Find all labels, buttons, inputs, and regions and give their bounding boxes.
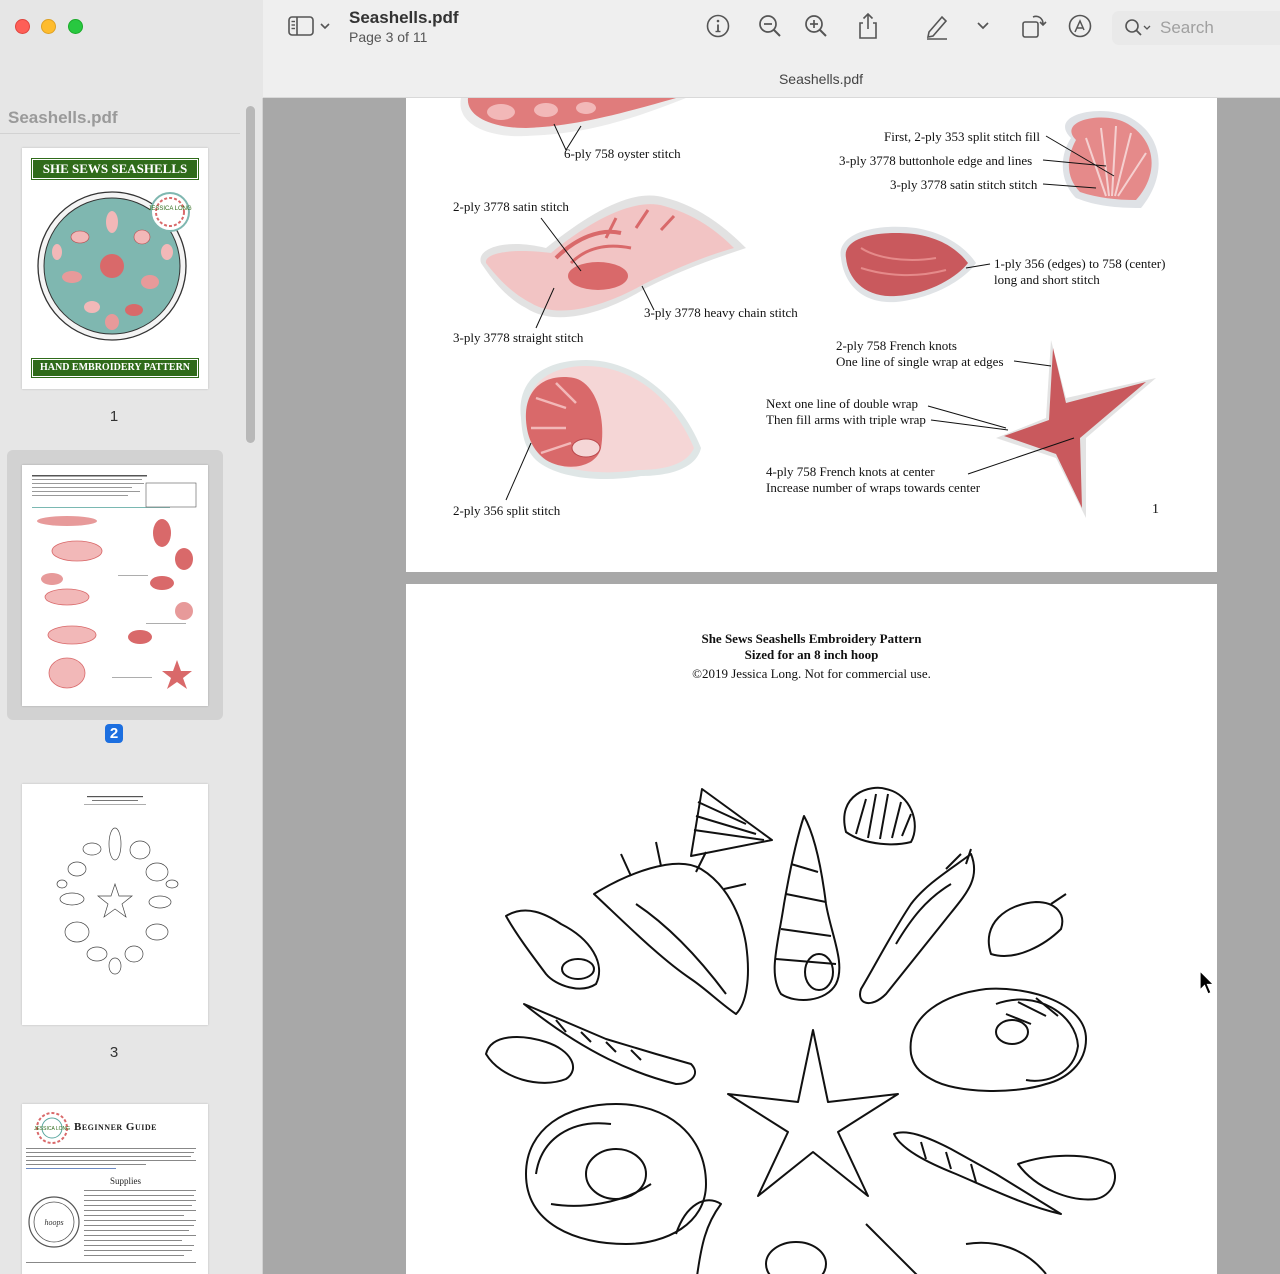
page-indicator: Page 3 of 11 [349,29,428,45]
line-art-scallop [843,786,916,846]
label-first-split-stitch: First, 2-ply 353 split stitch fill [884,129,1041,144]
toolbar: Seashells.pdf Page 3 of 11 Search Seashe… [0,0,1280,98]
label-double-wrap-2: Then fill arms with triple wrap [766,412,926,427]
close-window-button[interactable] [15,19,30,34]
whelk-shell-illustration [840,226,991,303]
sidebar-divider [0,133,240,134]
zoom-in-icon [805,15,827,37]
line-art-left-whelk [505,909,601,990]
guide-badge-text: JESSICA LONG [34,1126,70,1132]
zoom-out-button[interactable] [756,10,784,42]
chevron-down-icon [977,22,989,30]
label-heavy-chain: 3-ply 3778 heavy chain stitch [644,305,798,320]
cover-title-banner: SHE SEWS SEASHELLS [31,158,199,180]
label-french-knots-2: One line of single wrap at edges [836,354,1004,369]
line-art-cone-shell [690,788,773,857]
zoom-out-icon [759,15,781,37]
line-art-auger [773,815,841,1001]
line-art-nautilus-right [909,987,1087,1092]
label-long-short-2: long and short stitch [994,272,1100,287]
thumbnail-page-3[interactable] [22,784,208,1025]
thumbnail-number-1: 1 [109,408,119,425]
thumbnail-number-2: 2 [0,724,228,743]
share-button[interactable] [854,10,882,42]
pdf-page-3: She Sews Seashells Embroidery Pattern Si… [406,584,1217,1274]
document-title: Seashells.pdf [349,8,459,27]
thumbnail-page-4[interactable]: JESSICA LONG hoops Beginner Guide Suppli… [22,1104,208,1274]
markup-button[interactable] [922,10,952,42]
rotate-button[interactable] [1018,10,1048,42]
share-icon [859,12,877,39]
label-long-short-1: 1-ply 356 (edges) to 758 (center) [994,256,1166,271]
info-icon [706,14,730,38]
label-center-knots-1: 4-ply 758 French knots at center [766,464,935,479]
line-art-starfish [727,1029,899,1197]
sidebar-toggle-icon [288,16,330,36]
label-double-wrap-1: Next one line of double wrap [766,396,918,411]
line-art-left-small-shell [485,1036,575,1084]
cover-subtitle-banner: HAND EMBROIDERY PATTERN [31,358,199,378]
page-number: 1 [1152,502,1159,517]
label-french-knots-1: 2-ply 758 French knots [836,338,957,353]
oyster-shell-illustration [460,98,686,151]
annotate-button[interactable] [1066,10,1094,42]
sidebar-toggle-button[interactable] [287,10,335,42]
thumbnail-sidebar: Seashells.pdf SHE SEWS SEASHELLS JESSICA… [0,98,263,1274]
search-input[interactable] [1160,18,1280,38]
pdf-page-2: 6-ply 758 oyster stitch First, 2-ply 353… [406,98,1217,572]
label-buttonhole: 3-ply 3778 buttonhole edge and lines [839,153,1033,168]
line-art-bottom-shells [675,1199,1047,1274]
annotate-icon [1068,14,1092,38]
sidebar-header: Seashells.pdf [8,108,118,127]
label-satin-conch: 2-ply 3778 satin stitch [453,199,569,214]
line-art-spiked-conch [593,841,749,1015]
markup-menu-button[interactable] [974,10,992,42]
line-art-tulip-shell [859,848,976,1004]
label-center-knots-2: Increase number of wraps towards center [766,480,981,495]
zoom-window-button[interactable] [68,19,83,34]
nautilus-shell-illustration [505,360,701,501]
hoop-sketch-label: hoops [44,1218,63,1227]
line-art-right-small-shell [1017,1154,1116,1201]
window-center-title: Seashells.pdf [778,71,864,87]
minimize-window-button[interactable] [41,19,56,34]
label-oyster-stitch: 6-ply 758 oyster stitch [564,146,681,161]
mouse-cursor-icon [1199,970,1215,995]
cover-hoop-illustration: JESSICA LONG [37,191,192,341]
label-straight-stitch: 3-ply 3778 straight stitch [453,330,584,345]
thumbnail-page-1[interactable]: SHE SEWS SEASHELLS JESSICA LONG HAND EMB… [22,148,208,389]
zoom-in-button[interactable] [802,10,830,42]
rotate-icon [1022,15,1047,38]
markup-pen-icon [926,15,948,40]
search-field[interactable] [1112,11,1280,45]
cover-badge-text: JESSICA LONG [148,206,192,212]
supplies-heading: Supplies [110,1176,142,1186]
scallop-shell-illustration [1042,110,1159,208]
document-view[interactable]: 6-ply 758 oyster stitch First, 2-ply 353… [263,98,1280,1274]
seashell-line-art [485,786,1116,1274]
search-icon [1125,19,1151,36]
page-3-miniature [56,796,179,975]
label-satin-scallop: 3-ply 3778 satin stitch stitch [890,177,1038,192]
thumbnail-page-2[interactable] [22,465,208,706]
thumbnail-number-3: 3 [109,1044,119,1061]
line-art-small-whelk-right [987,893,1067,957]
line-art-right-auger [893,1131,1062,1215]
label-split-356: 2-ply 356 split stitch [453,503,561,518]
line-art-left-nautilus [525,1103,707,1245]
sidebar-scrollbar[interactable] [246,106,255,443]
info-button[interactable] [704,10,732,42]
page-2-miniature [32,475,197,689]
beginner-guide-title: Beginner Guide [74,1121,157,1133]
